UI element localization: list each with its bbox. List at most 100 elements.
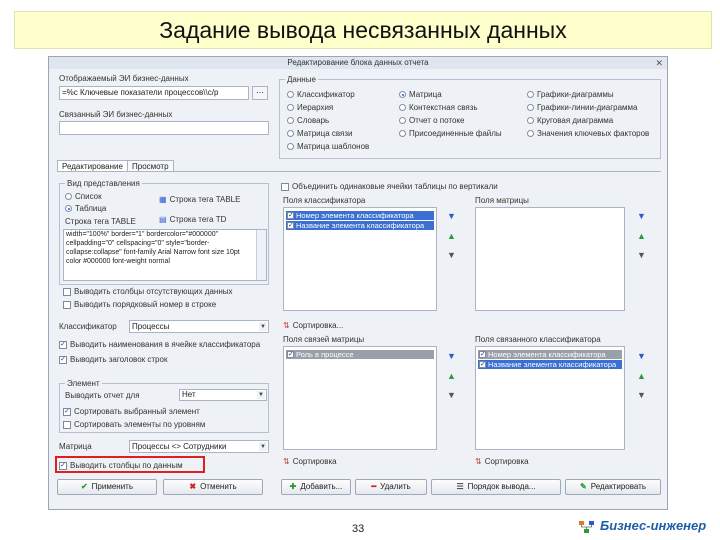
list-item[interactable]: ✓ Название элемента классификатора (478, 360, 622, 369)
linked-class-list[interactable]: ✓ Номер элемента классификатора ✓ Название… (475, 346, 625, 450)
filter-icon[interactable]: ▼ (447, 211, 456, 221)
radio-data-type[interactable]: Графики-диаграммы (527, 90, 614, 99)
radio-data-type[interactable]: Матрица шаблонов (287, 142, 369, 151)
cb-sort-levels-label: Сортировать элементы по уровням (74, 420, 206, 429)
filter-icon[interactable]: ▼ (447, 351, 456, 361)
cb-row-number[interactable]: Выводить порядковый номер в строке (63, 300, 216, 309)
cb-class-names[interactable]: ✓ Выводить наименования в ячейке клаcсифи… (59, 340, 260, 349)
list-item[interactable]: ✓ Название элемента классификатора (286, 221, 434, 230)
apply-button[interactable]: ✔ Применить (57, 479, 157, 495)
order-button[interactable]: ☰ Порядок вывода... (431, 479, 561, 495)
move-up-icon[interactable]: ▲ (447, 231, 456, 241)
tab-divider (57, 171, 661, 172)
radio-dot (527, 104, 534, 112)
list-item[interactable]: ✓ Номер элемента классификатора (286, 211, 434, 220)
radio-data-type-label: Значения ключевых факторов (537, 129, 650, 138)
row-tag-label: Строка тега TABLE (65, 217, 136, 226)
list-item-label: Название элемента классификатора (488, 360, 617, 369)
radio-data-type[interactable]: Матрица связи (287, 129, 353, 138)
edit-button-label: Редактировать (590, 482, 646, 491)
order-button-label: Порядок вывода... (467, 482, 536, 491)
radio-data-type-label: Графики-линии-диаграмма (537, 103, 638, 112)
radio-data-type[interactable]: Контекстная связь (399, 103, 478, 112)
cancel-button[interactable]: ✖ Отменить (163, 479, 263, 495)
radio-dot (287, 91, 294, 99)
move-down-icon[interactable]: ▼ (447, 390, 456, 400)
radio-data-type-label: Матрица шаблонов (297, 142, 370, 151)
linked-ei-field[interactable] (59, 121, 269, 135)
cb-missing-columns-label: Выводить столбцы отсутствующих данных (74, 287, 233, 296)
filter-icon[interactable]: ▼ (637, 351, 646, 361)
cb-row-headers[interactable]: ✓ Выводить заголовок строк (59, 355, 167, 364)
linked-matrix-list[interactable]: ✓ Роль в процессе (283, 346, 437, 450)
move-up-icon[interactable]: ▲ (637, 371, 646, 381)
sort-link-2[interactable]: ⇅ Сортировка (283, 457, 337, 466)
sort-link-3[interactable]: ⇅ Сортировка (475, 457, 529, 466)
brand-name: Бизнес-инженер (600, 518, 707, 533)
cb-merge-cells[interactable]: Объединить одинаковые ячейки таблицы по … (281, 182, 498, 191)
radio-data-type[interactable]: Круговая диаграмма (527, 116, 613, 125)
radio-data-type[interactable]: Матрица (399, 90, 442, 99)
radio-table[interactable]: Таблица (65, 204, 106, 213)
class-fields-list[interactable]: ✓ Номер элемента классификатора ✓ Название… (283, 207, 437, 311)
radio-data-type[interactable]: Значения ключевых факторов (527, 129, 649, 138)
chevron-down-icon: ▼ (257, 391, 265, 399)
output-group-label: Вид представления (65, 179, 142, 188)
delete-button[interactable]: ━ Удалить (355, 479, 427, 495)
move-up-icon[interactable]: ▲ (447, 371, 456, 381)
element-for-label: Выводить отчет для (65, 391, 140, 400)
radio-data-type[interactable]: Иерархия (287, 103, 333, 112)
check-icon: ✔ (80, 482, 88, 491)
matrix-fields-label: Поля матрицы (475, 196, 529, 205)
radio-data-type[interactable]: Присоединенные файлы (399, 129, 502, 138)
list-item[interactable]: ✓ Номер элемента классификатора (478, 350, 622, 359)
td-tag-button[interactable]: ▤ Строка тега TD (159, 215, 226, 224)
cb-missing-columns[interactable]: Выводить столбцы отсутствующих данных (63, 287, 233, 296)
displayed-ei-label: Отображаемый ЭИ бизнес-данных (59, 74, 189, 83)
radio-dot (399, 130, 406, 138)
element-for-value: Нет (182, 390, 196, 399)
data-type-group-label: Данные (285, 75, 318, 84)
matrix-fields-list[interactable] (475, 207, 625, 311)
add-button[interactable]: ✚ Добавить... (281, 479, 351, 495)
table-tag-button-label: Строка тега TABLE (169, 195, 241, 204)
element-for-select[interactable]: Нет ▼ (179, 389, 267, 401)
cb-sort-selected[interactable]: ✓ Сортировать выбранный элемент (63, 407, 200, 416)
browse-icon[interactable]: ⋯ (252, 86, 268, 100)
radio-data-type[interactable]: Отчет о потоке (399, 116, 464, 125)
move-up-icon[interactable]: ▲ (637, 231, 646, 241)
cb-sort-levels[interactable]: Сортировать элементы по уровням (63, 420, 205, 429)
radio-dot (399, 104, 406, 112)
html-code-text: width="100%" border="1" bordercolor="#00… (66, 231, 240, 265)
filter-icon[interactable]: ▼ (637, 211, 646, 221)
classifier-select[interactable]: Процессы ▼ (129, 320, 269, 333)
list-item-label: Номер элемента классификатора (296, 211, 414, 220)
html-code-textarea[interactable]: width="100%" border="1" bordercolor="#00… (63, 229, 267, 281)
list-item-label: Номер элемента классификатора (488, 350, 606, 359)
matrix-select[interactable]: Процессы <> Сотрудники ▼ (129, 440, 269, 453)
radio-list[interactable]: Список (65, 192, 102, 201)
brand-logo: Бизнес-инженер (578, 518, 706, 534)
radio-data-type[interactable]: Графики-линии-диаграмма (527, 103, 637, 112)
textarea-scrollbar[interactable] (256, 230, 266, 280)
move-down-icon[interactable]: ▼ (637, 250, 646, 260)
list-item[interactable]: ✓ Роль в процессе (286, 350, 434, 359)
radio-data-type-label: Словарь (297, 116, 330, 125)
table-tag-button[interactable]: ▦ Строка тега TABLE (159, 195, 240, 204)
close-icon[interactable]: ✕ (655, 57, 663, 69)
move-down-icon[interactable]: ▼ (447, 250, 456, 260)
move-down-icon[interactable]: ▼ (637, 390, 646, 400)
sort-link-1[interactable]: ⇅ Сортировка... (283, 321, 343, 330)
classifier-label: Классификатор (59, 322, 117, 331)
edit-button[interactable]: ✎ Редактировать (565, 479, 661, 495)
displayed-ei-field[interactable]: =%с Ключевые показатели процессов\\с/р (59, 86, 249, 100)
radio-data-type[interactable]: Классификатор (287, 90, 355, 99)
cb-class-names-label: Выводить наименования в ячейке клаcсифик… (70, 340, 261, 349)
sort-icon: ⇅ (283, 321, 290, 330)
linked-matrix-label: Поля связей матрицы (283, 335, 365, 344)
radio-data-type[interactable]: Словарь (287, 116, 329, 125)
list-item-label: Название элемента классификатора (296, 221, 425, 230)
dialog-title: Редактирование блока данных отчета (49, 57, 667, 69)
sort-link-1-label: Сортировка... (292, 321, 344, 330)
radio-data-type-label: Контекстная связь (409, 103, 478, 112)
